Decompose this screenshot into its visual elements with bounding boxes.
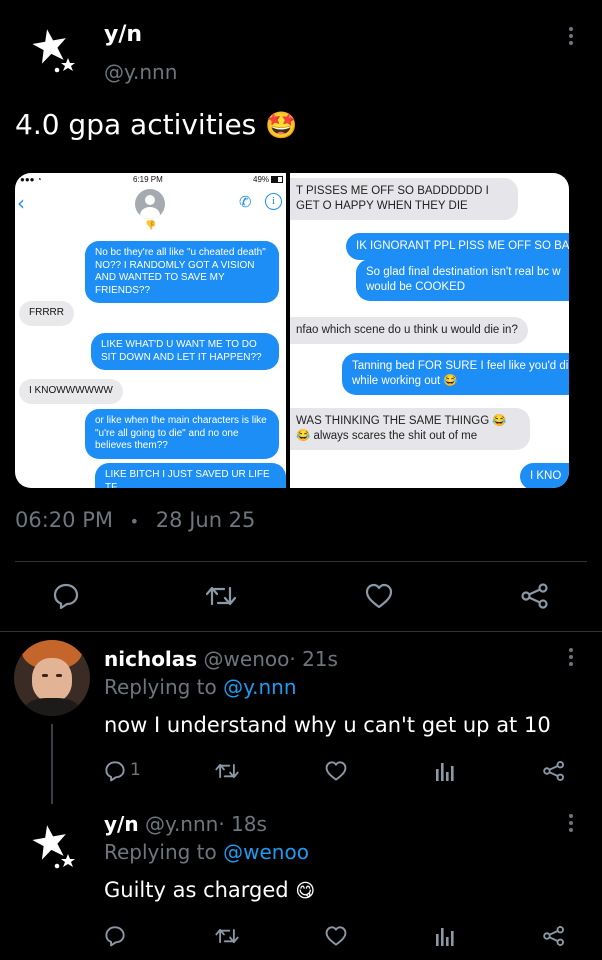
sparkle-stars-icon bbox=[32, 825, 75, 869]
thread-line bbox=[51, 724, 53, 804]
replying-to-label: Replying to bbox=[104, 840, 217, 864]
separator-dot: · bbox=[289, 647, 296, 671]
thumbs-down-emoji: 👎 bbox=[145, 221, 157, 231]
yum-emoji: 😋 bbox=[295, 880, 316, 902]
more-options-icon[interactable] bbox=[568, 648, 574, 666]
like-icon[interactable] bbox=[364, 582, 394, 610]
message-bubble: FRRRR bbox=[19, 301, 74, 326]
message-bubble: LIKE WHAT'D U WANT ME TO DO SIT DOWN AND… bbox=[91, 333, 279, 370]
battery-icon bbox=[271, 176, 283, 183]
share-icon[interactable] bbox=[520, 582, 550, 610]
analytics-icon[interactable] bbox=[435, 925, 455, 947]
retweet-icon[interactable] bbox=[214, 760, 240, 782]
share-icon[interactable] bbox=[542, 760, 566, 782]
message-bubble: So glad final destination isn't real bc … bbox=[356, 259, 569, 301]
contact-avatar[interactable] bbox=[135, 189, 165, 219]
reply-handle[interactable]: @y.nnn bbox=[145, 812, 218, 836]
reply-icon[interactable] bbox=[104, 760, 126, 782]
reply-avatar[interactable] bbox=[14, 640, 90, 716]
replying-to-link[interactable]: @wenoo bbox=[223, 840, 309, 864]
reply-text: Guilty as charged bbox=[104, 878, 289, 902]
message-bubble: I KNOWWWWWW bbox=[19, 379, 123, 404]
reply-icon[interactable] bbox=[52, 582, 80, 610]
message-bubble: nfao which scene do u think u would die … bbox=[290, 317, 528, 344]
reply-header: y/n @y.nnn· 18s bbox=[104, 812, 267, 836]
more-options-icon[interactable] bbox=[568, 814, 574, 832]
reply-header: nicholas @wenoo· 21s bbox=[104, 647, 338, 671]
like-icon[interactable] bbox=[324, 925, 348, 947]
more-options-icon[interactable] bbox=[568, 27, 574, 45]
message-bubble: T PISSES ME OFF SO BADDDDDD I GET O HAPP… bbox=[290, 178, 518, 220]
tweet-timestamp: 06:20 PM • 28 Jun 25 bbox=[15, 508, 255, 532]
divider bbox=[0, 631, 602, 632]
message-bubble: Tanning bed FOR SURE I feel like you'd d… bbox=[342, 353, 569, 395]
main-avatar[interactable] bbox=[30, 26, 80, 76]
tweet-text: 4.0 gpa activities bbox=[15, 108, 257, 141]
separator-dot: · bbox=[218, 812, 225, 836]
reply-age: 21s bbox=[302, 647, 338, 671]
share-icon[interactable] bbox=[542, 925, 566, 947]
like-icon[interactable] bbox=[324, 760, 348, 782]
replying-to-label: Replying to bbox=[104, 675, 217, 699]
info-icon[interactable]: i bbox=[265, 193, 282, 210]
back-chevron-icon[interactable]: ‹ bbox=[17, 191, 25, 215]
reply-age: 18s bbox=[231, 812, 267, 836]
sparkle-stars-icon bbox=[32, 29, 75, 73]
replying-to: Replying to @wenoo bbox=[104, 840, 309, 864]
star-struck-emoji: 🤩 bbox=[265, 111, 298, 141]
tweet-date: 28 Jun 25 bbox=[155, 508, 256, 532]
media-image-right[interactable]: T PISSES ME OFF SO BADDDDDD I GET O HAPP… bbox=[290, 173, 569, 488]
replying-to-link[interactable]: @y.nnn bbox=[223, 675, 296, 699]
message-bubble: or like when the main characters is like… bbox=[85, 409, 279, 459]
media-image-left[interactable]: ●●● ◔ 6:19 PM 49% ‹ 👎 ✆ i No bc they're … bbox=[15, 173, 286, 488]
replying-to: Replying to @y.nnn bbox=[104, 675, 297, 699]
message-bubble: I KNO bbox=[520, 463, 569, 488]
reply-display-name[interactable]: nicholas bbox=[104, 647, 197, 671]
reply-icon[interactable] bbox=[104, 925, 126, 947]
battery-level: 49% bbox=[253, 175, 270, 184]
message-bubble: IK IGNORANT PPL PISS ME OFF SO BA bbox=[346, 233, 569, 260]
status-time: 6:19 PM bbox=[133, 175, 163, 184]
reply-display-name[interactable]: y/n bbox=[104, 812, 139, 836]
retweet-icon[interactable] bbox=[214, 925, 240, 947]
reply-text-row: Guilty as charged 😋 bbox=[104, 878, 315, 902]
signal-icon: ●●● ◔ bbox=[20, 175, 42, 184]
facetime-icon[interactable]: ✆ bbox=[239, 193, 252, 211]
tweet-text-row: 4.0 gpa activities 🤩 bbox=[15, 108, 298, 141]
reply-text: now I understand why u can't get up at 1… bbox=[104, 713, 551, 737]
main-handle[interactable]: @y.nnn bbox=[104, 60, 177, 84]
message-bubble: No bc they're all like "u cheated death"… bbox=[85, 241, 279, 303]
message-bubble: WAS THINKING THE SAME THINGG 😂😂 always s… bbox=[290, 408, 530, 450]
reply-avatar[interactable] bbox=[30, 822, 80, 872]
separator-dot: • bbox=[129, 512, 140, 531]
status-bar: ●●● ◔ 6:19 PM 49% bbox=[15, 173, 286, 187]
divider bbox=[15, 561, 587, 562]
message-bubble: LIKE BITCH I JUST SAVED UR LIFE TF bbox=[95, 463, 286, 488]
retweet-icon[interactable] bbox=[204, 582, 238, 610]
tweet-time: 06:20 PM bbox=[15, 508, 113, 532]
analytics-icon[interactable] bbox=[435, 760, 455, 782]
main-display-name[interactable]: y/n bbox=[104, 22, 142, 47]
reply-handle[interactable]: @wenoo bbox=[204, 647, 290, 671]
reply-count: 1 bbox=[130, 760, 141, 780]
